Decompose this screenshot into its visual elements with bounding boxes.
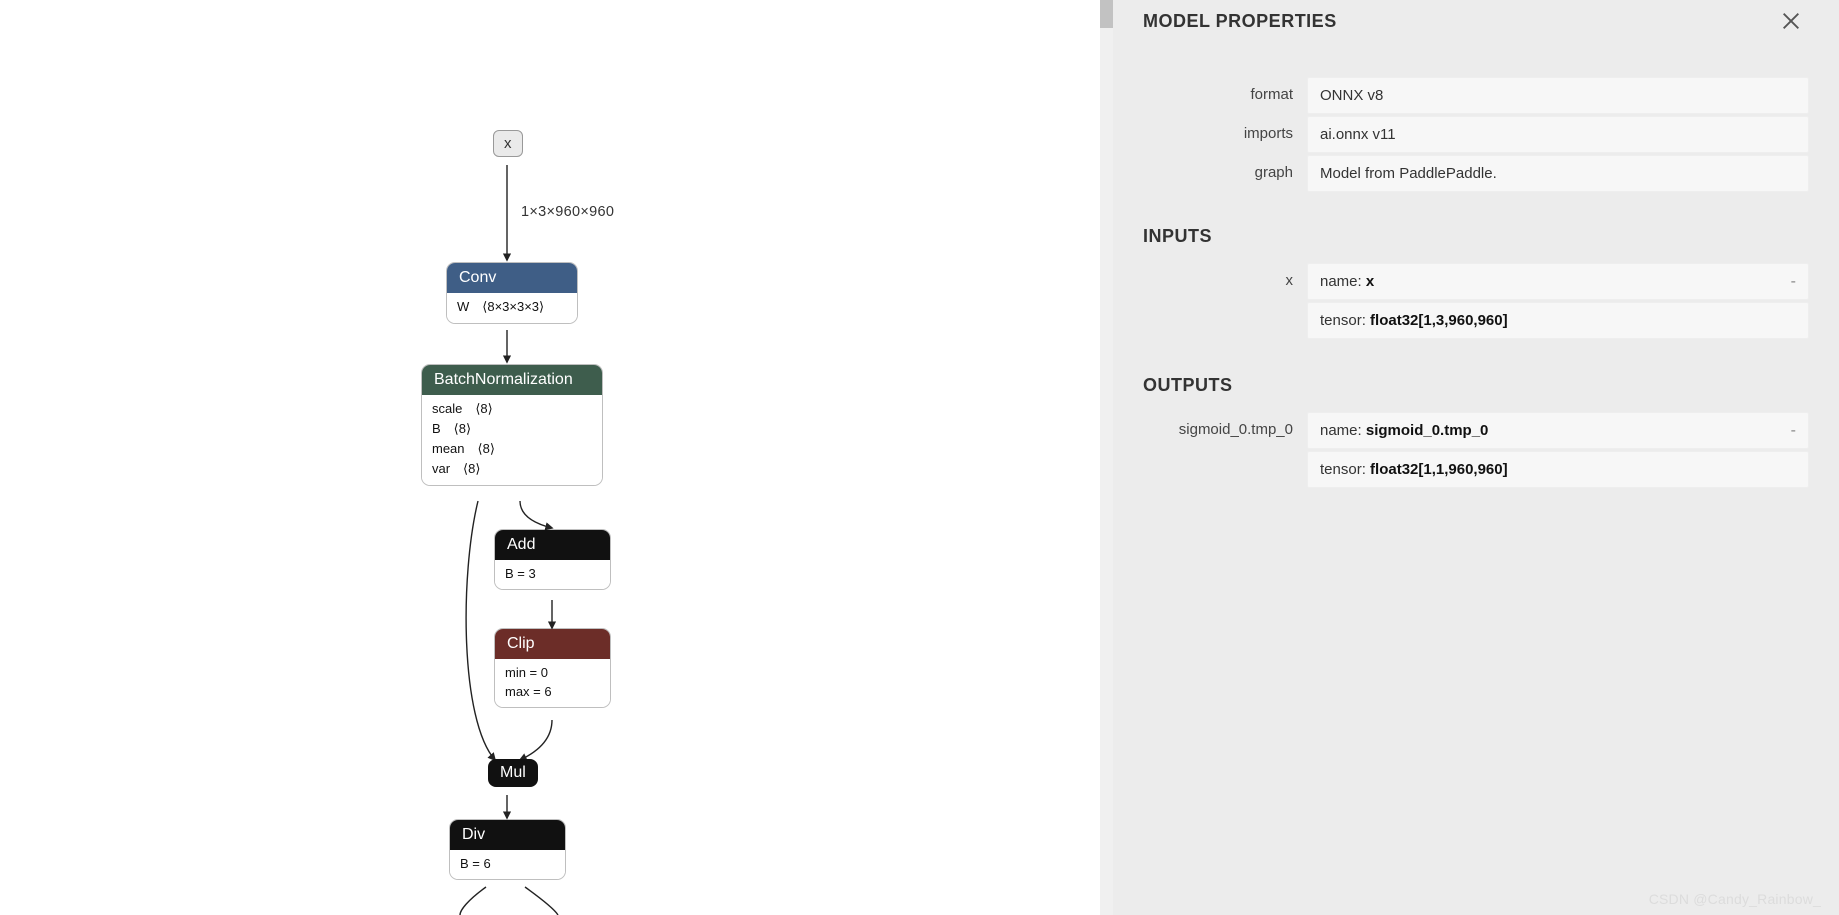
prop-label: format bbox=[1143, 77, 1307, 114]
node-bn-attr: scale ⟨8⟩ bbox=[432, 399, 592, 419]
panel-title: MODEL PROPERTIES bbox=[1143, 11, 1337, 32]
node-conv-attr: W ⟨8×3×3×3⟩ bbox=[457, 297, 567, 317]
prop-row-imports: imports ai.onnx v11 bbox=[1143, 116, 1809, 153]
section-outputs: OUTPUTS bbox=[1143, 375, 1809, 396]
node-bn-attr: B ⟨8⟩ bbox=[432, 419, 592, 439]
node-add[interactable]: Add B = 3 bbox=[495, 530, 610, 589]
prop-row-format: format ONNX v8 bbox=[1143, 77, 1809, 114]
node-bn-attr: mean ⟨8⟩ bbox=[432, 439, 592, 459]
node-clip[interactable]: Clip min = 0 max = 6 bbox=[495, 629, 610, 707]
close-icon bbox=[1780, 10, 1802, 32]
name-prefix: name: bbox=[1320, 422, 1366, 439]
io-label: x bbox=[1143, 263, 1307, 289]
input-name-cell[interactable]: name: x - bbox=[1307, 263, 1809, 300]
output-row-sigmoid: sigmoid_0.tmp_0 name: sigmoid_0.tmp_0 - … bbox=[1143, 412, 1809, 490]
edge-dims-input: 1×3×960×960 bbox=[521, 204, 614, 220]
input-name: x bbox=[1366, 273, 1374, 290]
output-name-cell[interactable]: name: sigmoid_0.tmp_0 - bbox=[1307, 412, 1809, 449]
output-tensor-cell[interactable]: tensor: float32[1,1,960,960] bbox=[1307, 451, 1809, 488]
node-div-attr: B = 6 bbox=[460, 854, 555, 873]
canvas-scrollbar[interactable] bbox=[1100, 0, 1113, 915]
tensor-prefix: tensor: bbox=[1320, 312, 1370, 329]
node-batchnorm[interactable]: BatchNormalization scale ⟨8⟩ B ⟨8⟩ mean … bbox=[422, 365, 602, 485]
name-prefix: name: bbox=[1320, 273, 1366, 290]
input-tensor-cell[interactable]: tensor: float32[1,3,960,960] bbox=[1307, 302, 1809, 339]
node-conv-title: Conv bbox=[447, 263, 577, 293]
prop-label: imports bbox=[1143, 116, 1307, 153]
node-clip-attr: max = 6 bbox=[505, 682, 600, 701]
close-panel-button[interactable] bbox=[1773, 3, 1809, 39]
prop-value[interactable]: ai.onnx v11 bbox=[1307, 116, 1809, 153]
prop-value[interactable]: ONNX v8 bbox=[1307, 77, 1809, 114]
node-clip-title: Clip bbox=[495, 629, 610, 659]
io-label: sigmoid_0.tmp_0 bbox=[1143, 412, 1307, 438]
input-tensor: float32[1,3,960,960] bbox=[1370, 312, 1508, 329]
model-graph-canvas[interactable]: x 1×3×960×960 Conv W ⟨8×3×3×3⟩ BatchNorm… bbox=[0, 0, 1100, 915]
node-clip-attr: min = 0 bbox=[505, 663, 600, 682]
collapse-toggle-icon[interactable]: - bbox=[1791, 273, 1796, 291]
node-div[interactable]: Div B = 6 bbox=[450, 820, 565, 879]
node-div-title: Div bbox=[450, 820, 565, 850]
node-conv[interactable]: Conv W ⟨8×3×3×3⟩ bbox=[447, 263, 577, 323]
collapse-toggle-icon[interactable]: - bbox=[1791, 422, 1796, 440]
prop-value[interactable]: Model from PaddlePaddle. bbox=[1307, 155, 1809, 192]
prop-label: graph bbox=[1143, 155, 1307, 192]
input-row-x: x name: x - tensor: float32[1,3,960,960] bbox=[1143, 263, 1809, 341]
watermark-text: CSDN @Candy_Rainbow_ bbox=[1649, 891, 1821, 907]
node-mul[interactable]: Mul bbox=[488, 759, 538, 787]
node-bn-attr: var ⟨8⟩ bbox=[432, 459, 592, 479]
node-bn-title: BatchNormalization bbox=[422, 365, 602, 395]
node-mul-title: Mul bbox=[500, 764, 526, 781]
scroll-thumb[interactable] bbox=[1100, 0, 1113, 28]
properties-panel: MODEL PROPERTIES format ONNX v8 imports … bbox=[1113, 0, 1839, 915]
node-add-title: Add bbox=[495, 530, 610, 560]
node-add-attr: B = 3 bbox=[505, 564, 600, 583]
graph-input-x[interactable]: x bbox=[493, 130, 523, 157]
output-tensor: float32[1,1,960,960] bbox=[1370, 461, 1508, 478]
tensor-prefix: tensor: bbox=[1320, 461, 1370, 478]
output-name: sigmoid_0.tmp_0 bbox=[1366, 422, 1489, 439]
prop-row-graph: graph Model from PaddlePaddle. bbox=[1143, 155, 1809, 192]
section-inputs: INPUTS bbox=[1143, 226, 1809, 247]
graph-input-x-label: x bbox=[504, 135, 512, 152]
